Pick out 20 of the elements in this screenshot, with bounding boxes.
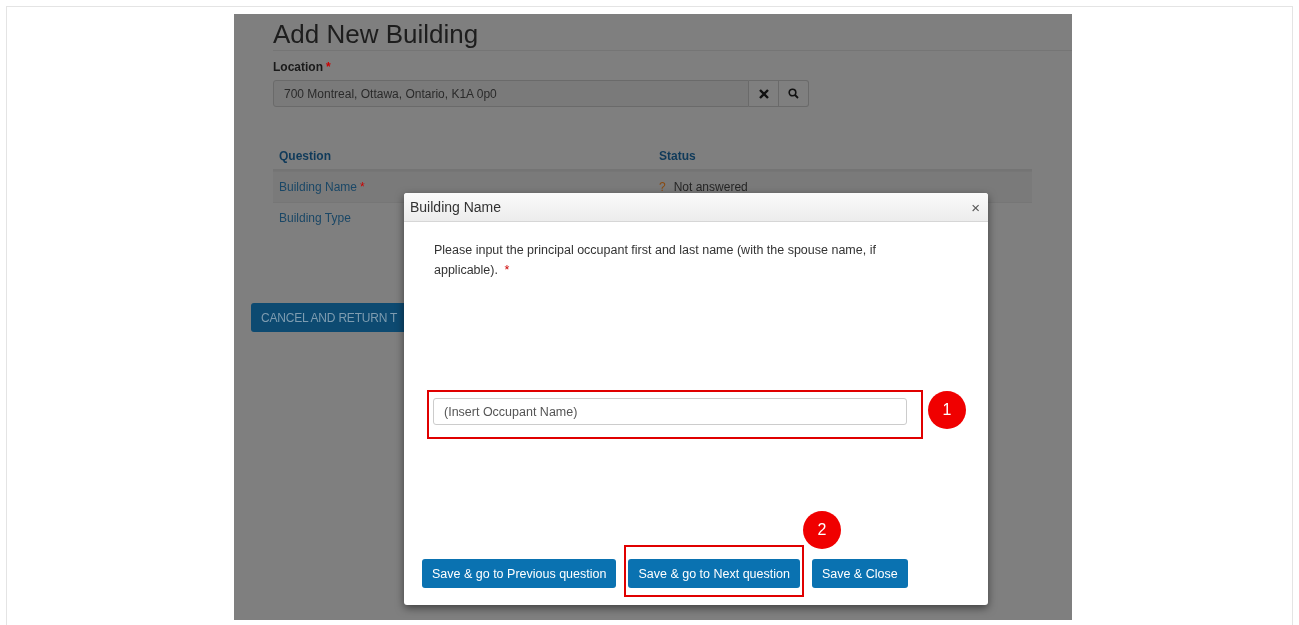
search-icon <box>788 88 799 99</box>
question-text: Please input the principal occupant first and last name (with the spouse name, if applicable). * <box>434 242 877 279</box>
search-button[interactable] <box>779 80 809 107</box>
save-button[interactable]: Save & go to Previous question <box>422 559 617 588</box>
required-mark: * <box>360 180 365 194</box>
save-button[interactable]: Save & go to Next question <box>628 559 800 588</box>
close-icon <box>758 88 769 99</box>
required-mark: * <box>326 60 331 74</box>
status-icon: ? <box>659 180 666 194</box>
column-header: Question <box>279 149 332 163</box>
save-button[interactable]: Save & Close <box>811 559 908 588</box>
input-field[interactable]: (Insert Occupant Name) <box>433 398 907 425</box>
page-title: Add New Building <box>273 18 480 50</box>
location-field[interactable]: 700 Montreal, Ottawa, Ontario, K1A 0p0 <box>273 80 749 107</box>
dialog-title: Building Name <box>410 199 502 215</box>
clear-button[interactable] <box>749 80 779 107</box>
column-header: Status <box>659 149 697 163</box>
close-button[interactable]: × <box>969 198 982 216</box>
status-text: Not answered <box>673 180 748 194</box>
field-label: Location <box>273 60 323 74</box>
